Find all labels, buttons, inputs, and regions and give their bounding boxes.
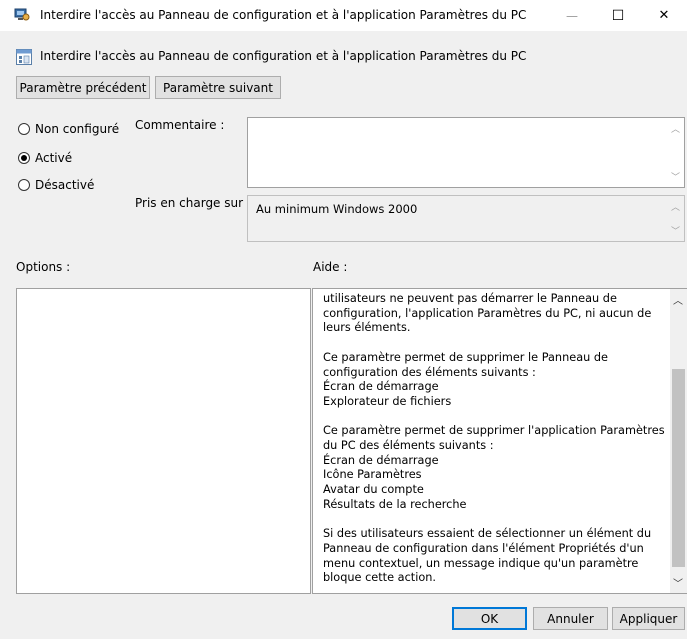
window-title: Interdire l'accès au Panneau de configur… bbox=[40, 8, 527, 22]
radio-circle bbox=[18, 179, 30, 191]
maximize-icon: ☐ bbox=[611, 7, 625, 24]
title-bar: Interdire l'accès au Panneau de configur… bbox=[0, 0, 687, 31]
cancel-button[interactable]: Annuler bbox=[533, 607, 608, 630]
policy-title: Interdire l'accès au Panneau de configur… bbox=[40, 49, 527, 63]
help-pane[interactable]: utilisateurs ne peuvent pas démarrer le … bbox=[312, 288, 687, 594]
close-button[interactable]: ✕ bbox=[641, 0, 687, 31]
minimize-icon: — bbox=[566, 8, 578, 23]
radio-circle bbox=[18, 123, 30, 135]
radio-circle-selected bbox=[18, 152, 30, 164]
options-pane bbox=[16, 288, 311, 594]
options-label: Options : bbox=[16, 260, 71, 274]
apply-button[interactable]: Appliquer bbox=[612, 607, 685, 630]
scroll-down-icon: ﹀ bbox=[670, 173, 680, 183]
policy-setting-icon bbox=[16, 49, 32, 65]
supported-on-label: Pris en charge sur : bbox=[135, 196, 251, 210]
close-icon: ✕ bbox=[658, 8, 670, 23]
scroll-down-icon: ﹀ bbox=[670, 227, 680, 237]
help-paragraph: Si des utilisateurs essaient de sélectio… bbox=[323, 527, 652, 585]
comment-label: Commentaire : bbox=[135, 118, 225, 132]
radio-label: Activé bbox=[35, 151, 73, 165]
radio-label: Non configuré bbox=[35, 122, 120, 136]
radio-enabled[interactable]: Activé bbox=[18, 151, 72, 165]
supported-on-value: Au minimum Windows 2000 bbox=[256, 202, 418, 216]
comment-textarea[interactable]: ︿ ﹀ bbox=[247, 117, 685, 188]
help-scrollbar[interactable]: ︿ ﹀ bbox=[670, 289, 687, 593]
help-paragraph: Ce paramètre permet de supprimer le Pann… bbox=[323, 350, 608, 408]
minimize-button[interactable]: — bbox=[549, 0, 595, 31]
radio-label: Désactivé bbox=[35, 178, 95, 192]
scroll-up-icon[interactable]: ︿ bbox=[673, 292, 683, 307]
help-paragraph: utilisateurs ne peuvent pas démarrer le … bbox=[323, 292, 652, 335]
policy-app-icon bbox=[14, 8, 30, 21]
radio-not-configured[interactable]: Non configuré bbox=[18, 122, 119, 136]
maximize-button[interactable]: ☐ bbox=[595, 0, 641, 31]
scrollbar-thumb[interactable] bbox=[672, 369, 685, 567]
scroll-up-icon: ︿ bbox=[670, 125, 680, 135]
ok-button[interactable]: OK bbox=[452, 607, 527, 630]
scroll-up-icon: ︿ bbox=[670, 203, 680, 213]
help-label: Aide : bbox=[313, 260, 348, 274]
next-setting-button[interactable]: Paramètre suivant bbox=[155, 76, 281, 99]
radio-disabled[interactable]: Désactivé bbox=[18, 178, 94, 192]
previous-setting-button[interactable]: Paramètre précédent bbox=[16, 76, 150, 99]
supported-on-field: Au minimum Windows 2000 ︿ ﹀ bbox=[247, 195, 685, 242]
scroll-down-icon[interactable]: ﹀ bbox=[673, 575, 683, 590]
help-paragraph: Ce paramètre permet de supprimer l'appli… bbox=[323, 424, 665, 511]
help-text: utilisateurs ne peuvent pas démarrer le … bbox=[323, 292, 669, 593]
